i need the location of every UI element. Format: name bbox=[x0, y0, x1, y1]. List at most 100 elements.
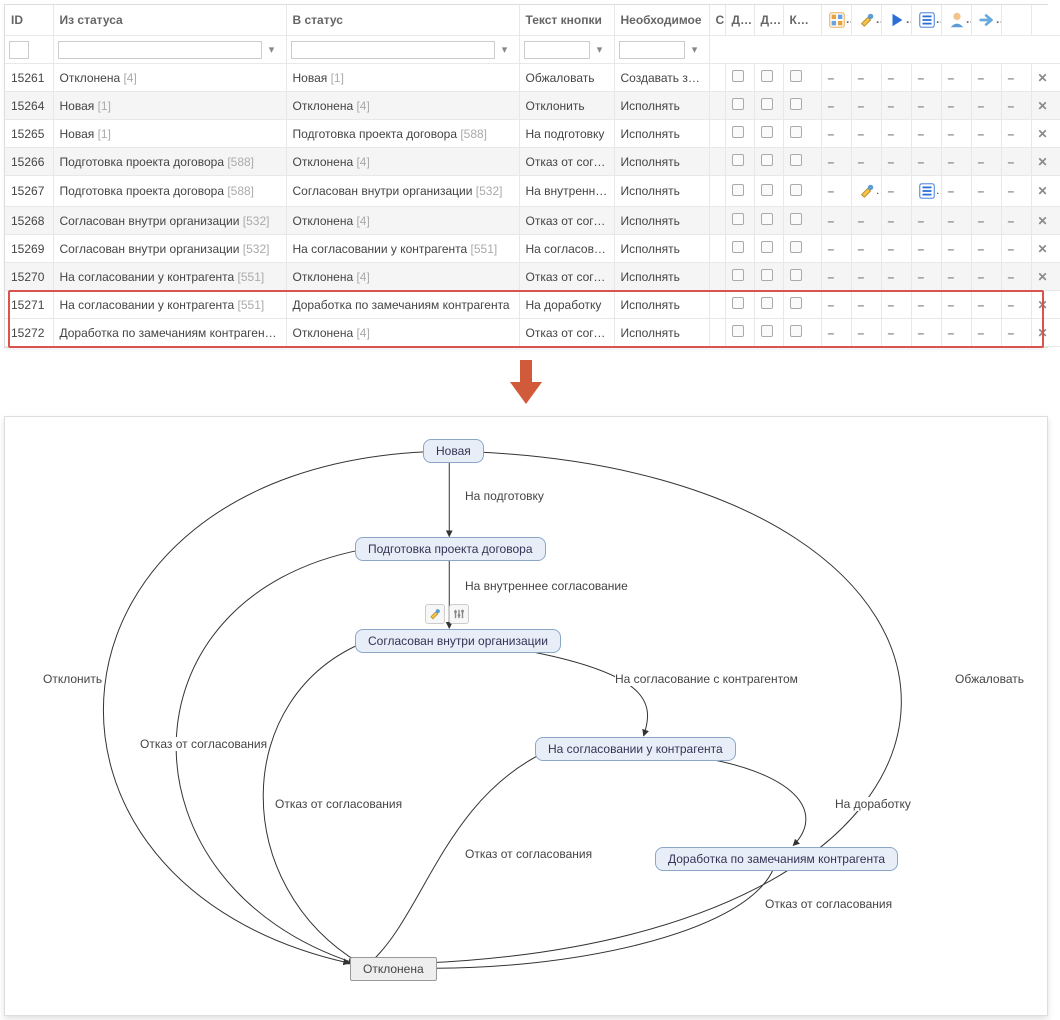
cell-action[interactable]: – bbox=[881, 235, 911, 263]
node-rejected[interactable]: Отклонена bbox=[350, 957, 437, 981]
cell-checkbox[interactable] bbox=[783, 319, 821, 347]
col-icon-user[interactable] bbox=[941, 5, 971, 36]
cell-action[interactable]: – bbox=[941, 263, 971, 291]
cell-action[interactable] bbox=[851, 176, 881, 207]
cell-action[interactable]: – bbox=[941, 120, 971, 148]
cell-checkbox[interactable] bbox=[783, 92, 821, 120]
cell-checkbox[interactable] bbox=[725, 64, 754, 92]
cell-checkbox[interactable] bbox=[783, 263, 821, 291]
col-icon-brush[interactable] bbox=[851, 5, 881, 36]
cell-checkbox[interactable] bbox=[783, 291, 821, 319]
node-prep[interactable]: Подготовка проекта договора bbox=[355, 537, 546, 561]
cell-checkbox[interactable] bbox=[725, 176, 754, 207]
cell-action[interactable]: – bbox=[971, 319, 1001, 347]
cell-action[interactable]: – bbox=[881, 291, 911, 319]
cell-action[interactable]: – bbox=[821, 319, 851, 347]
cell-action[interactable]: – bbox=[881, 176, 911, 207]
cell-action[interactable]: – bbox=[911, 291, 941, 319]
cell-action[interactable]: – bbox=[851, 120, 881, 148]
cell-action[interactable]: – bbox=[971, 291, 1001, 319]
cell-action[interactable]: – bbox=[941, 319, 971, 347]
cell-action[interactable]: – bbox=[821, 148, 851, 176]
table-row[interactable]: 15271На согласовании у контрагента [551]… bbox=[5, 291, 1060, 319]
cell-action[interactable]: – bbox=[821, 120, 851, 148]
cell-checkbox[interactable] bbox=[783, 207, 821, 235]
filter-icon[interactable]: ▾ bbox=[592, 42, 608, 58]
node-rework[interactable]: Доработка по замечаниям контрагента bbox=[655, 847, 898, 871]
cell-action[interactable]: – bbox=[971, 207, 1001, 235]
cell-delete[interactable]: ✕ bbox=[1031, 291, 1060, 319]
cell-action[interactable]: – bbox=[911, 235, 941, 263]
cell-delete[interactable]: ✕ bbox=[1031, 120, 1060, 148]
cell-checkbox[interactable] bbox=[783, 120, 821, 148]
cell-checkbox[interactable] bbox=[783, 148, 821, 176]
cell-checkbox[interactable] bbox=[783, 176, 821, 207]
filter-req-input[interactable] bbox=[619, 41, 685, 59]
col-icon-forward[interactable] bbox=[971, 5, 1001, 36]
cell-checkbox[interactable] bbox=[725, 319, 754, 347]
cell-action[interactable]: – bbox=[941, 92, 971, 120]
cell-action[interactable]: – bbox=[971, 176, 1001, 207]
cell-delete[interactable]: ✕ bbox=[1031, 263, 1060, 291]
cell-action[interactable]: – bbox=[821, 176, 851, 207]
col-from[interactable]: Из статуса bbox=[53, 5, 286, 36]
table-row[interactable]: 15267Подготовка проекта договора [588]Со… bbox=[5, 176, 1060, 207]
cell-action[interactable]: – bbox=[851, 92, 881, 120]
cell-action[interactable]: – bbox=[1001, 92, 1031, 120]
cell-action[interactable]: – bbox=[941, 64, 971, 92]
cell-checkbox[interactable] bbox=[783, 64, 821, 92]
cell-action[interactable]: – bbox=[941, 235, 971, 263]
cell-delete[interactable]: ✕ bbox=[1031, 207, 1060, 235]
col-for2[interactable]: Для bbox=[754, 5, 783, 36]
cell-checkbox[interactable] bbox=[754, 235, 783, 263]
cell-action[interactable]: – bbox=[911, 263, 941, 291]
cell-action[interactable]: – bbox=[881, 148, 911, 176]
cell-checkbox[interactable] bbox=[725, 235, 754, 263]
cell-action[interactable]: – bbox=[911, 64, 941, 92]
col-to[interactable]: В статус bbox=[286, 5, 519, 36]
cell-action[interactable]: – bbox=[911, 207, 941, 235]
cell-action[interactable]: – bbox=[1001, 235, 1031, 263]
table-row[interactable]: 15272Доработка по замечаниям контрагента… bbox=[5, 319, 1060, 347]
col-btn-text[interactable]: Текст кнопки bbox=[519, 5, 614, 36]
cell-checkbox[interactable] bbox=[754, 207, 783, 235]
cell-checkbox[interactable] bbox=[725, 291, 754, 319]
col-btn[interactable]: Кноп bbox=[783, 5, 821, 36]
cell-action[interactable]: – bbox=[821, 263, 851, 291]
col-icon-layout[interactable] bbox=[821, 5, 851, 36]
cell-action[interactable]: – bbox=[1001, 207, 1031, 235]
cell-checkbox[interactable] bbox=[725, 207, 754, 235]
cell-action[interactable]: – bbox=[821, 207, 851, 235]
table-row[interactable]: 15261Отклонена [4]Новая [1]ОбжаловатьСоз… bbox=[5, 64, 1060, 92]
cell-action[interactable]: – bbox=[971, 64, 1001, 92]
cell-checkbox[interactable] bbox=[754, 64, 783, 92]
cell-action[interactable]: – bbox=[821, 235, 851, 263]
cell-action[interactable]: – bbox=[851, 291, 881, 319]
cell-delete[interactable]: ✕ bbox=[1031, 148, 1060, 176]
node-new[interactable]: Новая bbox=[423, 439, 484, 463]
col-for1[interactable]: Для bbox=[725, 5, 754, 36]
cell-action[interactable]: – bbox=[821, 92, 851, 120]
cell-action[interactable]: – bbox=[1001, 176, 1031, 207]
cell-checkbox[interactable] bbox=[725, 92, 754, 120]
cell-checkbox[interactable] bbox=[725, 120, 754, 148]
filter-icon[interactable]: ▾ bbox=[264, 42, 280, 58]
col-c[interactable]: С bbox=[709, 5, 725, 36]
cell-action[interactable]: – bbox=[821, 291, 851, 319]
filter-btn-input[interactable] bbox=[524, 41, 590, 59]
col-icon-list[interactable] bbox=[911, 5, 941, 36]
col-icon-play[interactable] bbox=[881, 5, 911, 36]
filter-icon[interactable]: ▾ bbox=[497, 42, 513, 58]
cell-delete[interactable]: ✕ bbox=[1031, 235, 1060, 263]
cell-action[interactable]: – bbox=[851, 148, 881, 176]
col-required[interactable]: Необходимое bbox=[614, 5, 709, 36]
cell-action[interactable]: – bbox=[911, 92, 941, 120]
cell-action[interactable]: – bbox=[971, 120, 1001, 148]
cell-action[interactable]: – bbox=[1001, 148, 1031, 176]
cell-action[interactable]: – bbox=[881, 263, 911, 291]
cell-action[interactable]: – bbox=[851, 319, 881, 347]
cell-action[interactable]: – bbox=[1001, 291, 1031, 319]
cell-action[interactable]: – bbox=[941, 291, 971, 319]
cell-action[interactable]: – bbox=[941, 148, 971, 176]
cell-checkbox[interactable] bbox=[725, 263, 754, 291]
